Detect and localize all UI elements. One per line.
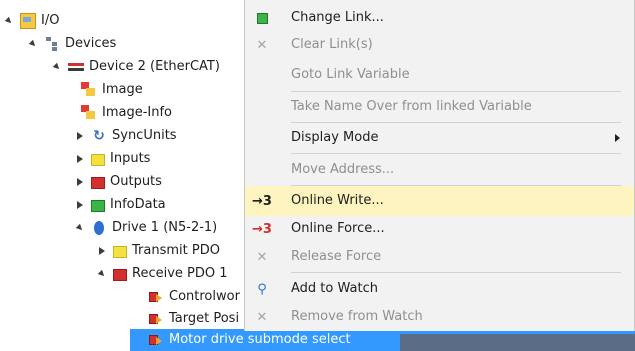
menu-item-clear-links[interactable]: ✕ Clear Link(s): [245, 30, 634, 60]
expand-toggle-inputs[interactable]: [75, 148, 85, 170]
tree-node-label: Devices: [65, 36, 117, 51]
tree-node-outputs[interactable]: Outputs: [75, 171, 162, 193]
tree-node-inputs[interactable]: Inputs: [75, 148, 150, 170]
inputs-icon: [91, 154, 105, 166]
menu-item-take-name[interactable]: Take Name Over from linked Variable: [245, 92, 634, 122]
collapsed-arrow-icon: [99, 247, 105, 255]
menu-item-online-write[interactable]: →3 Online Write...: [245, 186, 634, 216]
sync-icon: ↻: [93, 128, 105, 144]
tree-node-syncunits[interactable]: ↻ SyncUnits: [75, 125, 177, 147]
collapsed-arrow-icon: [77, 155, 83, 163]
menu-item-label: Take Name Over from linked Variable: [291, 99, 532, 114]
tree-node-label: Target Posi: [169, 311, 240, 326]
tree-node-infodata[interactable]: InfoData: [75, 194, 166, 216]
menu-item-label: Display Mode: [291, 130, 379, 145]
image-icon: [81, 82, 97, 98]
tree-node-label: Receive PDO 1: [132, 266, 228, 281]
image-info-icon: [81, 105, 97, 121]
background-panel-strip: [400, 334, 635, 351]
tree-node-drive1[interactable]: Drive 1 (N5-2-1): [75, 217, 217, 239]
expand-toggle-syncunits[interactable]: [75, 125, 85, 147]
menu-item-remove-from-watch[interactable]: ✕ Remove from Watch: [245, 302, 634, 332]
expand-toggle-outputs[interactable]: [75, 171, 85, 193]
menu-item-move-address[interactable]: Move Address...: [245, 155, 634, 185]
collapsed-arrow-icon: [77, 132, 83, 140]
menu-item-add-to-watch[interactable]: ⚲ Add to Watch: [245, 274, 634, 304]
menu-separator: [291, 153, 621, 154]
menu-item-goto-link-variable[interactable]: Goto Link Variable: [245, 60, 634, 90]
tree-node-label: Inputs: [110, 151, 151, 166]
tree-node-label: InfoData: [110, 197, 166, 212]
context-menu: Change Link... ✕ Clear Link(s) Goto Link…: [244, 0, 635, 331]
collapsed-arrow-icon: [77, 178, 83, 186]
tree-node-label: Transmit PDO: [132, 243, 220, 258]
tree-node-image-info[interactable]: Image-Info: [81, 102, 172, 124]
release-force-icon: ✕: [256, 249, 268, 265]
tree-node-label: Image-Info: [102, 105, 173, 120]
submenu-arrow-icon: [615, 134, 620, 142]
clear-link-icon: ✕: [256, 37, 268, 53]
menu-separator: [291, 272, 621, 273]
tree-node-label: Drive 1 (N5-2-1): [112, 220, 218, 235]
tree-node-controlword[interactable]: Controlwor: [148, 286, 240, 308]
tree-node-label: Motor drive submode select: [169, 332, 351, 347]
menu-item-label: Clear Link(s): [291, 37, 373, 52]
receive-pdo-icon: [113, 269, 127, 281]
tree-node-image[interactable]: Image: [81, 79, 143, 101]
output-variable-icon: [148, 311, 164, 327]
expanded-arrow-icon: [75, 223, 85, 233]
menu-item-label: Remove from Watch: [291, 309, 423, 324]
menu-item-change-link[interactable]: Change Link...: [245, 3, 634, 33]
output-variable-icon: [148, 289, 164, 305]
expanded-arrow-icon: [4, 16, 14, 26]
expand-toggle-io[interactable]: [4, 10, 14, 32]
menu-item-display-mode[interactable]: Display Mode: [245, 123, 634, 153]
tree-node-io[interactable]: I/O: [4, 10, 59, 32]
transmit-pdo-icon: [113, 246, 127, 258]
tree-node-label: Image: [102, 82, 143, 97]
ethercat-device-icon: [68, 59, 84, 75]
output-variable-icon: [148, 332, 164, 348]
menu-item-online-force[interactable]: →3 Online Force...: [245, 214, 634, 244]
tree-node-label: I/O: [41, 13, 60, 28]
tree-node-motor-submode[interactable]: Motor drive submode select: [148, 329, 351, 351]
tree-node-label: Device 2 (EtherCAT): [89, 59, 220, 74]
online-write-icon: →3: [252, 193, 272, 209]
tree-node-target-position[interactable]: Target Posi: [148, 308, 239, 330]
menu-item-release-force[interactable]: ✕ Release Force: [245, 242, 634, 272]
menu-item-label: Goto Link Variable: [291, 67, 410, 82]
expanded-arrow-icon: [52, 62, 62, 72]
expand-toggle-transmit-pdo[interactable]: [97, 240, 107, 262]
expand-toggle-devices[interactable]: [28, 33, 38, 55]
expanded-arrow-icon: [28, 39, 38, 49]
folder-io-icon: [20, 13, 36, 29]
tree-node-receive-pdo[interactable]: Receive PDO 1: [97, 263, 228, 285]
menu-item-label: Add to Watch: [291, 281, 378, 296]
expanded-arrow-icon: [97, 269, 107, 279]
menu-item-label: Release Force: [291, 249, 382, 264]
menu-item-label: Change Link...: [291, 10, 384, 25]
expand-toggle-drive1[interactable]: [75, 217, 85, 239]
menu-item-label: Online Force...: [291, 221, 385, 236]
link-icon: [245, 3, 279, 33]
expand-toggle-infodata[interactable]: [75, 194, 85, 216]
tree-node-device2[interactable]: Device 2 (EtherCAT): [52, 56, 220, 78]
menu-item-label: Online Write...: [291, 193, 384, 208]
outputs-icon: [91, 177, 105, 189]
remove-watch-icon: ✕: [256, 309, 268, 325]
tree-node-label: SyncUnits: [112, 128, 177, 143]
tree-node-label: Controlwor: [169, 289, 240, 304]
online-force-icon: →3: [252, 221, 272, 237]
tree-node-label: Outputs: [110, 174, 162, 189]
devices-icon: [44, 36, 60, 52]
tree-node-devices[interactable]: Devices: [28, 33, 116, 55]
infodata-icon: [91, 200, 105, 212]
expand-toggle-receive-pdo[interactable]: [97, 263, 107, 285]
drive-icon: [91, 220, 107, 236]
magnifier-icon: ⚲: [257, 281, 267, 297]
collapsed-arrow-icon: [77, 201, 83, 209]
expand-toggle-device2[interactable]: [52, 56, 62, 78]
menu-item-label: Move Address...: [291, 162, 395, 177]
tree-node-transmit-pdo[interactable]: Transmit PDO: [97, 240, 220, 262]
